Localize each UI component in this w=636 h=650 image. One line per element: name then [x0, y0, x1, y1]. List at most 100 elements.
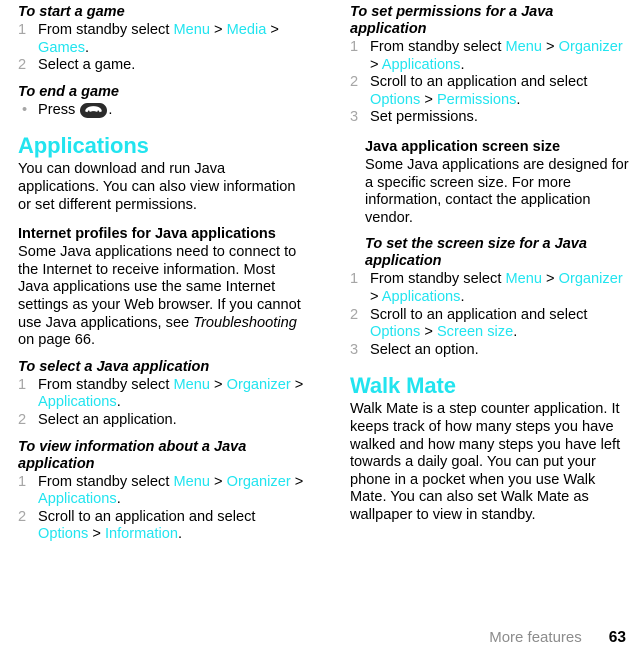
menu-path-separator: > — [370, 288, 382, 305]
heading-applications: Applications — [18, 133, 149, 159]
menu-path-menu: Menu — [173, 376, 210, 393]
step-item: 2 Scroll to an application and select Opt… — [350, 74, 630, 109]
step-number: 2 — [18, 508, 27, 525]
end-call-key-icon — [80, 102, 108, 118]
step-text-prefix: From standby select — [370, 271, 506, 288]
menu-path-separator: > — [209, 376, 227, 393]
menu-path-applications: Applications — [381, 288, 461, 305]
heading-to-view-information-about-a-java-application: To view information about a Java applica… — [18, 438, 247, 472]
steps-start-a-game: 1 From standby select Menu > Media > Game… — [18, 22, 308, 75]
step-text-prefix: From standby select — [370, 39, 506, 55]
step-text-end: . — [460, 288, 465, 305]
step-text-end: . — [85, 39, 90, 56]
menu-path-separator: > — [266, 22, 279, 38]
step-number: 3 — [350, 341, 359, 358]
steps-set-permissions: 1 From standby select Menu > Organizer > … — [350, 39, 630, 127]
step-text-prefix: Scroll to an application and select — [370, 74, 588, 91]
menu-path-separator: > — [290, 376, 304, 393]
heading-walk-mate: Walk Mate — [350, 373, 456, 399]
step-text-prefix: Scroll to an application and select — [38, 508, 256, 525]
menu-path-menu: Menu — [173, 22, 210, 38]
walk-mate-paragraph: Walk Mate is a step counter application.… — [350, 401, 621, 523]
menu-path-separator: > — [541, 39, 559, 55]
step-text-end: . — [460, 56, 465, 73]
menu-path-separator: > — [88, 526, 105, 543]
cross-reference-troubleshooting: Troubleshooting — [193, 314, 297, 331]
step-item: 1 From standby select Menu > Organizer > … — [18, 377, 308, 412]
step-number: 1 — [18, 22, 27, 38]
step-item: 3 Select an option. — [350, 342, 630, 360]
menu-path-media: Media — [226, 22, 267, 38]
step-item: 1 From standby select Menu > Organizer > … — [350, 271, 630, 306]
steps-set-screen-size: 1 From standby select Menu > Organizer > … — [350, 271, 630, 359]
menu-path-applications: Applications — [38, 394, 117, 411]
step-number: 2 — [18, 57, 27, 74]
menu-path-menu: Menu — [505, 39, 542, 55]
step-item: 2 Select a game. — [18, 57, 308, 75]
step-text-prefix: From standby select — [38, 376, 174, 393]
step-number: 2 — [350, 306, 359, 323]
step-number: 3 — [350, 109, 359, 126]
menu-path-information: Information — [104, 526, 178, 543]
step-item: 1 From standby select Menu > Media > Game… — [18, 22, 308, 57]
step-text-end: . — [516, 91, 521, 108]
menu-path-permissions: Permissions — [436, 91, 517, 108]
step-number: 1 — [350, 39, 359, 55]
menu-path-organizer: Organizer — [226, 473, 291, 490]
right-column: To set permissions for a Java applicatio… — [318, 0, 636, 622]
footer-section-name: More features — [489, 629, 582, 646]
menu-path-menu: Menu — [173, 473, 210, 490]
applications-intro-paragraph: You can download and run Java applicatio… — [18, 161, 296, 213]
menu-path-applications: Applications — [38, 491, 117, 508]
step-text-end: . — [116, 394, 121, 411]
menu-path-options: Options — [370, 324, 421, 341]
step-item: 2 Scroll to an application and select Opt… — [18, 509, 308, 544]
step-item: 2 Select an application. — [18, 412, 308, 430]
step-item: 2 Scroll to an application and select Opt… — [350, 307, 630, 342]
step-number: 2 — [350, 74, 359, 91]
step-item: 1 From standby select Menu > Organizer > … — [350, 39, 630, 74]
menu-path-separator: > — [290, 473, 304, 490]
internet-profiles-paragraph: Some Java applications need to connect t… — [18, 244, 308, 350]
steps-select-java-application: 1 From standby select Menu > Organizer > … — [18, 377, 308, 430]
screen-size-paragraph: Some Java applications are designed for … — [365, 156, 629, 226]
step-text: Select an application. — [38, 411, 177, 428]
menu-path-separator: > — [541, 271, 559, 288]
step-text: Set permissions. — [370, 109, 478, 126]
heading-java-application-screen-size: Java application screen size — [365, 138, 561, 155]
heading-to-end-a-game: To end a game — [18, 83, 119, 100]
menu-path-separator: > — [209, 22, 227, 38]
steps-view-information-java-application: 1 From standby select Menu > Organizer > … — [18, 474, 308, 544]
step-item: 3 Set permissions. — [350, 109, 630, 127]
menu-path-separator: > — [420, 91, 437, 108]
left-column: To start a game 1 From standby select Men… — [0, 0, 318, 622]
step-text-prefix: From standby select — [38, 22, 174, 38]
footer-page-number: 63 — [608, 629, 626, 646]
step-item: 1 From standby select Menu > Organizer > … — [18, 474, 308, 509]
page-footer: More features 63 — [0, 622, 636, 650]
heading-to-set-permissions-for-a-java-application: To set permissions for a Java applicatio… — [350, 4, 554, 37]
menu-path-separator: > — [370, 56, 382, 73]
menu-path-screen-size: Screen size — [436, 324, 514, 341]
bullet-marker: • — [22, 101, 28, 118]
step-text-prefix: From standby select — [38, 473, 174, 490]
step-text-end: . — [116, 491, 121, 508]
bullet-text-end: . — [108, 101, 113, 118]
step-number: 1 — [350, 271, 359, 288]
step-number: 1 — [18, 376, 27, 393]
menu-path-separator: > — [209, 473, 227, 490]
manual-page: To start a game 1 From standby select Men… — [0, 0, 636, 650]
menu-path-organizer: Organizer — [558, 271, 623, 288]
steps-end-a-game: • Press . — [18, 102, 308, 120]
menu-path-games: Games — [38, 39, 86, 56]
heading-internet-profiles: Internet profiles for Java applications — [18, 226, 276, 243]
step-number: 2 — [18, 411, 27, 428]
step-text-end: . — [513, 324, 518, 341]
paragraph-text-end: on page 66. — [18, 332, 96, 349]
step-text-prefix: Scroll to an application and select — [370, 306, 588, 323]
bullet-text-prefix: Press — [38, 101, 80, 118]
step-text: Select an option. — [370, 341, 479, 358]
step-text-end: . — [177, 526, 183, 543]
step-text: Select a game. — [38, 57, 136, 74]
heading-to-set-the-screen-size-for-a-java-application: To set the screen size for a Java applic… — [365, 236, 587, 270]
